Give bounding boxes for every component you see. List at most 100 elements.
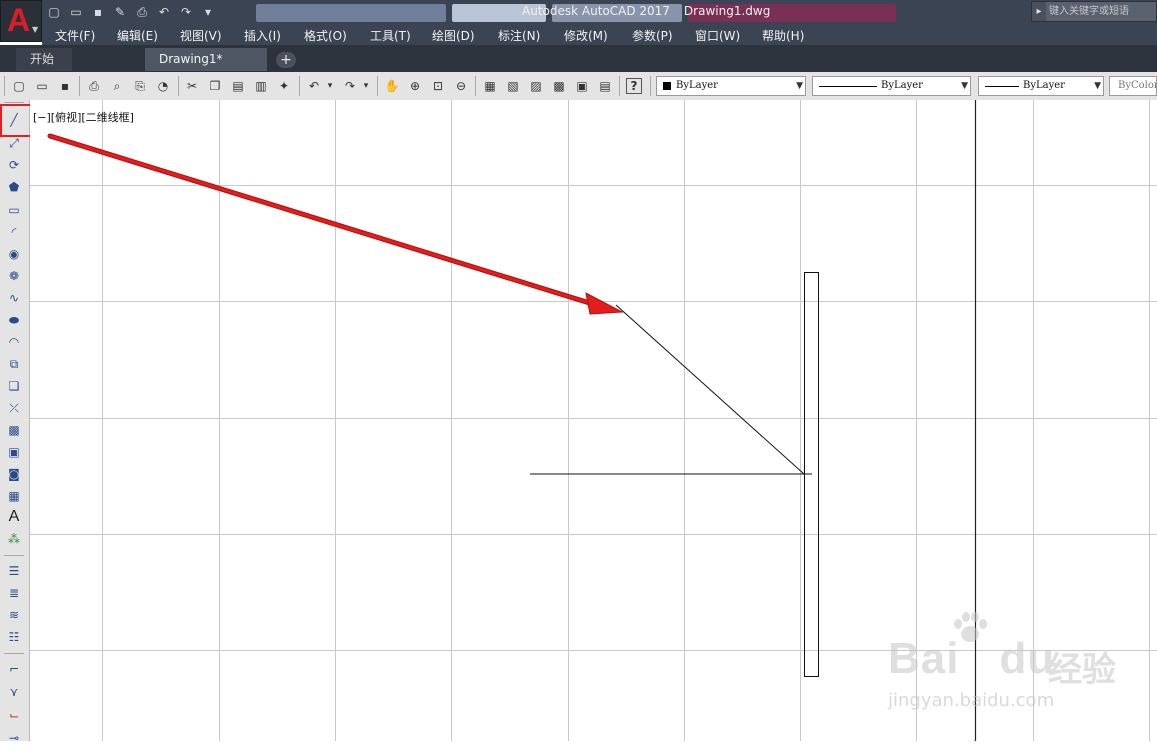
menu-view[interactable]: 视图(V)	[180, 27, 222, 44]
markup-icon[interactable]: ▣	[574, 78, 590, 94]
hatch-icon[interactable]: ▩	[5, 422, 23, 438]
zoom-previous-icon[interactable]: ⊖	[453, 78, 469, 94]
polygon-icon[interactable]: ⬟	[5, 179, 23, 195]
undo-icon[interactable]: ↶	[156, 4, 172, 20]
layer-walk-icon[interactable]: ☷	[5, 629, 23, 645]
chamfer-icon[interactable]: ⋎	[5, 684, 23, 700]
menu-draw[interactable]: 绘图(D)	[432, 27, 475, 44]
gradient-icon[interactable]: ▣	[5, 444, 23, 460]
blend-curves-icon[interactable]: ⌙	[5, 707, 23, 723]
lineweight-control[interactable]: ByLayer ▼	[978, 76, 1104, 96]
search-placeholder: 键入关键字或短语	[1049, 6, 1129, 17]
match-properties-icon[interactable]: ▥	[253, 78, 269, 94]
menu-window[interactable]: 窗口(W)	[695, 27, 740, 44]
sheet-set-icon[interactable]: ▩	[551, 78, 567, 94]
calculator-icon[interactable]: ▤	[597, 78, 613, 94]
chevron-down-icon[interactable]: ▼	[961, 77, 968, 95]
standard-toolbar: ▢ ▭ ▪ ⎙ ⌕ ⎘ ◔ ✂ ❐ ▤ ▥ ✦ ↶ ▾ ↷ ▾ ✋ ⊕ ⊡ ⊖ …	[0, 72, 1157, 101]
publish-icon[interactable]: ⎘	[132, 78, 148, 94]
menu-edit[interactable]: 编辑(E)	[117, 27, 158, 44]
color-control[interactable]: ByLayer ▼	[656, 76, 806, 96]
plot-preview-icon[interactable]: ⌕	[109, 78, 125, 94]
menu-bar: 文件(F) 编辑(E) 视图(V) 插入(I) 格式(O) 工具(T) 绘图(D…	[42, 24, 1157, 45]
extend-icon[interactable]: ⊸	[5, 730, 23, 746]
document-tab-bar: 开始 Drawing1*	[0, 45, 1157, 72]
open-icon[interactable]: ▭	[68, 4, 84, 20]
plot-icon[interactable]: ⎙	[134, 4, 150, 20]
watermark-url: jingyan.baidu.com	[888, 690, 1055, 711]
pan-icon[interactable]: ✋	[384, 78, 400, 94]
ellipse-arc-icon[interactable]: ◠	[5, 334, 23, 350]
undo-dropdown-icon[interactable]: ▾	[322, 78, 338, 94]
plotstyle-control[interactable]: ByColor	[1109, 76, 1157, 96]
tool-palettes-icon[interactable]: ▨	[528, 78, 544, 94]
viewport-controls[interactable]: [−][俯视][二维线框]	[33, 109, 134, 125]
menu-tools[interactable]: 工具(T)	[370, 27, 411, 44]
spline-icon[interactable]: ∿	[5, 290, 23, 306]
design-center-icon[interactable]: ▧	[505, 78, 521, 94]
make-block-icon[interactable]: ❏	[5, 378, 23, 394]
rectangle-icon[interactable]: ▭	[5, 202, 23, 218]
file-name: Drawing1.dwg	[683, 4, 771, 18]
point-icon[interactable]: ⤫	[5, 400, 23, 416]
expand-arrow-icon[interactable]: ▸	[1032, 2, 1046, 21]
menu-parametric[interactable]: 参数(P)	[632, 27, 673, 44]
layer-states-icon[interactable]: ≋	[5, 607, 23, 623]
3d-print-icon[interactable]: ◔	[155, 78, 171, 94]
insert-block-icon[interactable]: ⧉	[5, 356, 23, 372]
baidu-watermark: Bai du 经验 jingyan.baidu.com	[888, 612, 1143, 712]
zoom-window-icon[interactable]: ⊡	[430, 78, 446, 94]
multiline-text-icon[interactable]: A	[5, 509, 23, 525]
application-menu-button[interactable]: A ▼	[0, 0, 42, 42]
properties-icon[interactable]: ▦	[482, 78, 498, 94]
menu-modify[interactable]: 修改(M)	[564, 27, 608, 44]
layer-previous-icon[interactable]: ≣	[5, 585, 23, 601]
redo-toolbar-icon[interactable]: ↷	[342, 78, 358, 94]
linetype-value: ByLayer	[881, 80, 923, 91]
help-icon[interactable]: ?	[626, 78, 642, 94]
search-box[interactable]: ▸ 键入关键字或短语	[1031, 1, 1157, 22]
construction-line-icon[interactable]: ⤢	[5, 135, 23, 151]
chevron-down-icon: ▼	[32, 25, 39, 34]
linetype-preview	[819, 86, 877, 87]
save-file-icon[interactable]: ▪	[57, 78, 73, 94]
save-icon[interactable]: ▪	[90, 4, 106, 20]
menu-dimension[interactable]: 标注(N)	[498, 27, 540, 44]
region-icon[interactable]: ◙	[5, 466, 23, 482]
table-icon[interactable]: ▦	[5, 488, 23, 504]
open-file-icon[interactable]: ▭	[34, 78, 50, 94]
color-swatch	[663, 82, 671, 90]
polyline-icon[interactable]: ⟳	[5, 157, 23, 173]
new-icon[interactable]: ▢	[46, 4, 62, 20]
plot-button-icon[interactable]: ⎙	[86, 78, 102, 94]
circle-icon[interactable]: ◉	[5, 246, 23, 262]
menu-help[interactable]: 帮助(H)	[762, 27, 804, 44]
qnew-icon[interactable]: ▢	[11, 78, 27, 94]
arc-icon[interactable]: ◜	[5, 224, 23, 240]
block-editor-icon[interactable]: ✦	[276, 78, 292, 94]
saveas-icon[interactable]: ✎	[112, 4, 128, 20]
fillet-icon[interactable]: ⌐	[5, 661, 23, 677]
window-title: Autodesk AutoCAD 2017 Drawing1.dwg	[522, 4, 770, 18]
redo-dropdown-icon[interactable]: ▾	[358, 78, 374, 94]
chevron-down-icon[interactable]: ▼	[1094, 77, 1101, 95]
menu-format[interactable]: 格式(O)	[304, 27, 347, 44]
new-tab-button[interactable]: +	[276, 52, 296, 68]
tab-drawing1[interactable]: Drawing1*	[145, 48, 267, 71]
paste-icon[interactable]: ▤	[230, 78, 246, 94]
dropdown-icon[interactable]: ▾	[200, 4, 216, 20]
revision-cloud-icon[interactable]: ❁	[5, 268, 23, 284]
copy-icon[interactable]: ❐	[207, 78, 223, 94]
ellipse-icon[interactable]: ⬬	[5, 312, 23, 328]
linetype-control[interactable]: ByLayer ▼	[812, 76, 971, 96]
undo-toolbar-icon[interactable]: ↶	[306, 78, 322, 94]
redo-icon[interactable]: ↷	[178, 4, 194, 20]
zoom-realtime-icon[interactable]: ⊕	[407, 78, 423, 94]
tab-start[interactable]: 开始	[16, 48, 72, 71]
add-selected-icon[interactable]: ⁂	[5, 531, 23, 547]
cut-icon[interactable]: ✂	[184, 78, 200, 94]
chevron-down-icon[interactable]: ▼	[796, 77, 803, 95]
menu-insert[interactable]: 插入(I)	[244, 27, 281, 44]
menu-file[interactable]: 文件(F)	[55, 27, 95, 44]
layer-icon[interactable]: ☰	[5, 563, 23, 579]
